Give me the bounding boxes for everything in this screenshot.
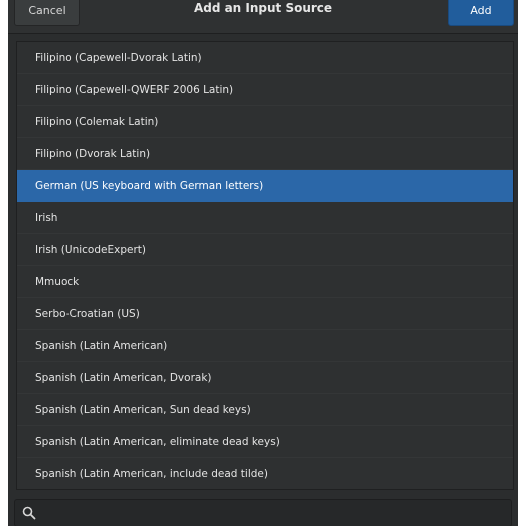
list-item-label: Irish (35, 212, 58, 224)
search-input[interactable] (41, 504, 505, 524)
list-item[interactable]: Filipino (Capewell-QWERF 2006 Latin) (17, 74, 513, 106)
search-bar (8, 496, 518, 526)
list-item-selected[interactable]: German (US keyboard with German letters) (17, 170, 513, 202)
dialog-header: Cancel Add an Input Source Add (8, 0, 518, 34)
list-item-label: Filipino (Capewell-QWERF 2006 Latin) (35, 84, 234, 96)
list-item[interactable]: Serbo-Croatian (US) (17, 298, 513, 330)
list-item-label: Filipino (Capewell-Dvorak Latin) (35, 52, 202, 64)
list-item-label: Spanish (Latin American, Sun dead keys) (35, 404, 251, 416)
list-item-label: Filipino (Dvorak Latin) (35, 148, 151, 160)
add-button[interactable]: Add (448, 0, 514, 26)
list-item[interactable]: Spanish (Latin American) (17, 330, 513, 362)
list-item[interactable]: Irish (UnicodeExpert) (17, 234, 513, 266)
list-item[interactable]: Spanish (Latin American, eliminate dead … (17, 426, 513, 458)
list-item[interactable]: Filipino (Colemak Latin) (17, 106, 513, 138)
list-item-label: Spanish (Latin American, eliminate dead … (35, 436, 280, 448)
dialog-title: Add an Input Source (193, 1, 333, 15)
list-item[interactable]: Spanish (Latin American, include dead ti… (17, 458, 513, 489)
list-item[interactable]: Spanish (Latin American, Dvorak) (17, 362, 513, 394)
list-item[interactable]: Filipino (Capewell-Dvorak Latin) (17, 42, 513, 74)
list-item[interactable]: Spanish (Latin American, Sun dead keys) (17, 394, 513, 426)
input-source-list: Filipino (Capewell-Dvorak Latin) Filipin… (16, 41, 514, 490)
search-field[interactable] (14, 499, 512, 526)
input-source-dialog: Cancel Add an Input Source Add Filipino … (8, 0, 518, 526)
list-item[interactable]: Irish (17, 202, 513, 234)
list-item-label: Spanish (Latin American, include dead ti… (35, 468, 268, 480)
search-icon (22, 506, 36, 520)
list-item-label: Filipino (Colemak Latin) (35, 116, 159, 128)
list-item-label: Spanish (Latin American) (35, 340, 168, 352)
list-item-label: Mmuock (35, 276, 80, 288)
list-item[interactable]: Filipino (Dvorak Latin) (17, 138, 513, 170)
list-item[interactable]: Mmuock (17, 266, 513, 298)
list-item-label: Serbo-Croatian (US) (35, 308, 140, 320)
list-item-label: Spanish (Latin American, Dvorak) (35, 372, 212, 384)
list-item-label: German (US keyboard with German letters) (35, 180, 264, 192)
list-item-label: Irish (UnicodeExpert) (35, 244, 146, 256)
